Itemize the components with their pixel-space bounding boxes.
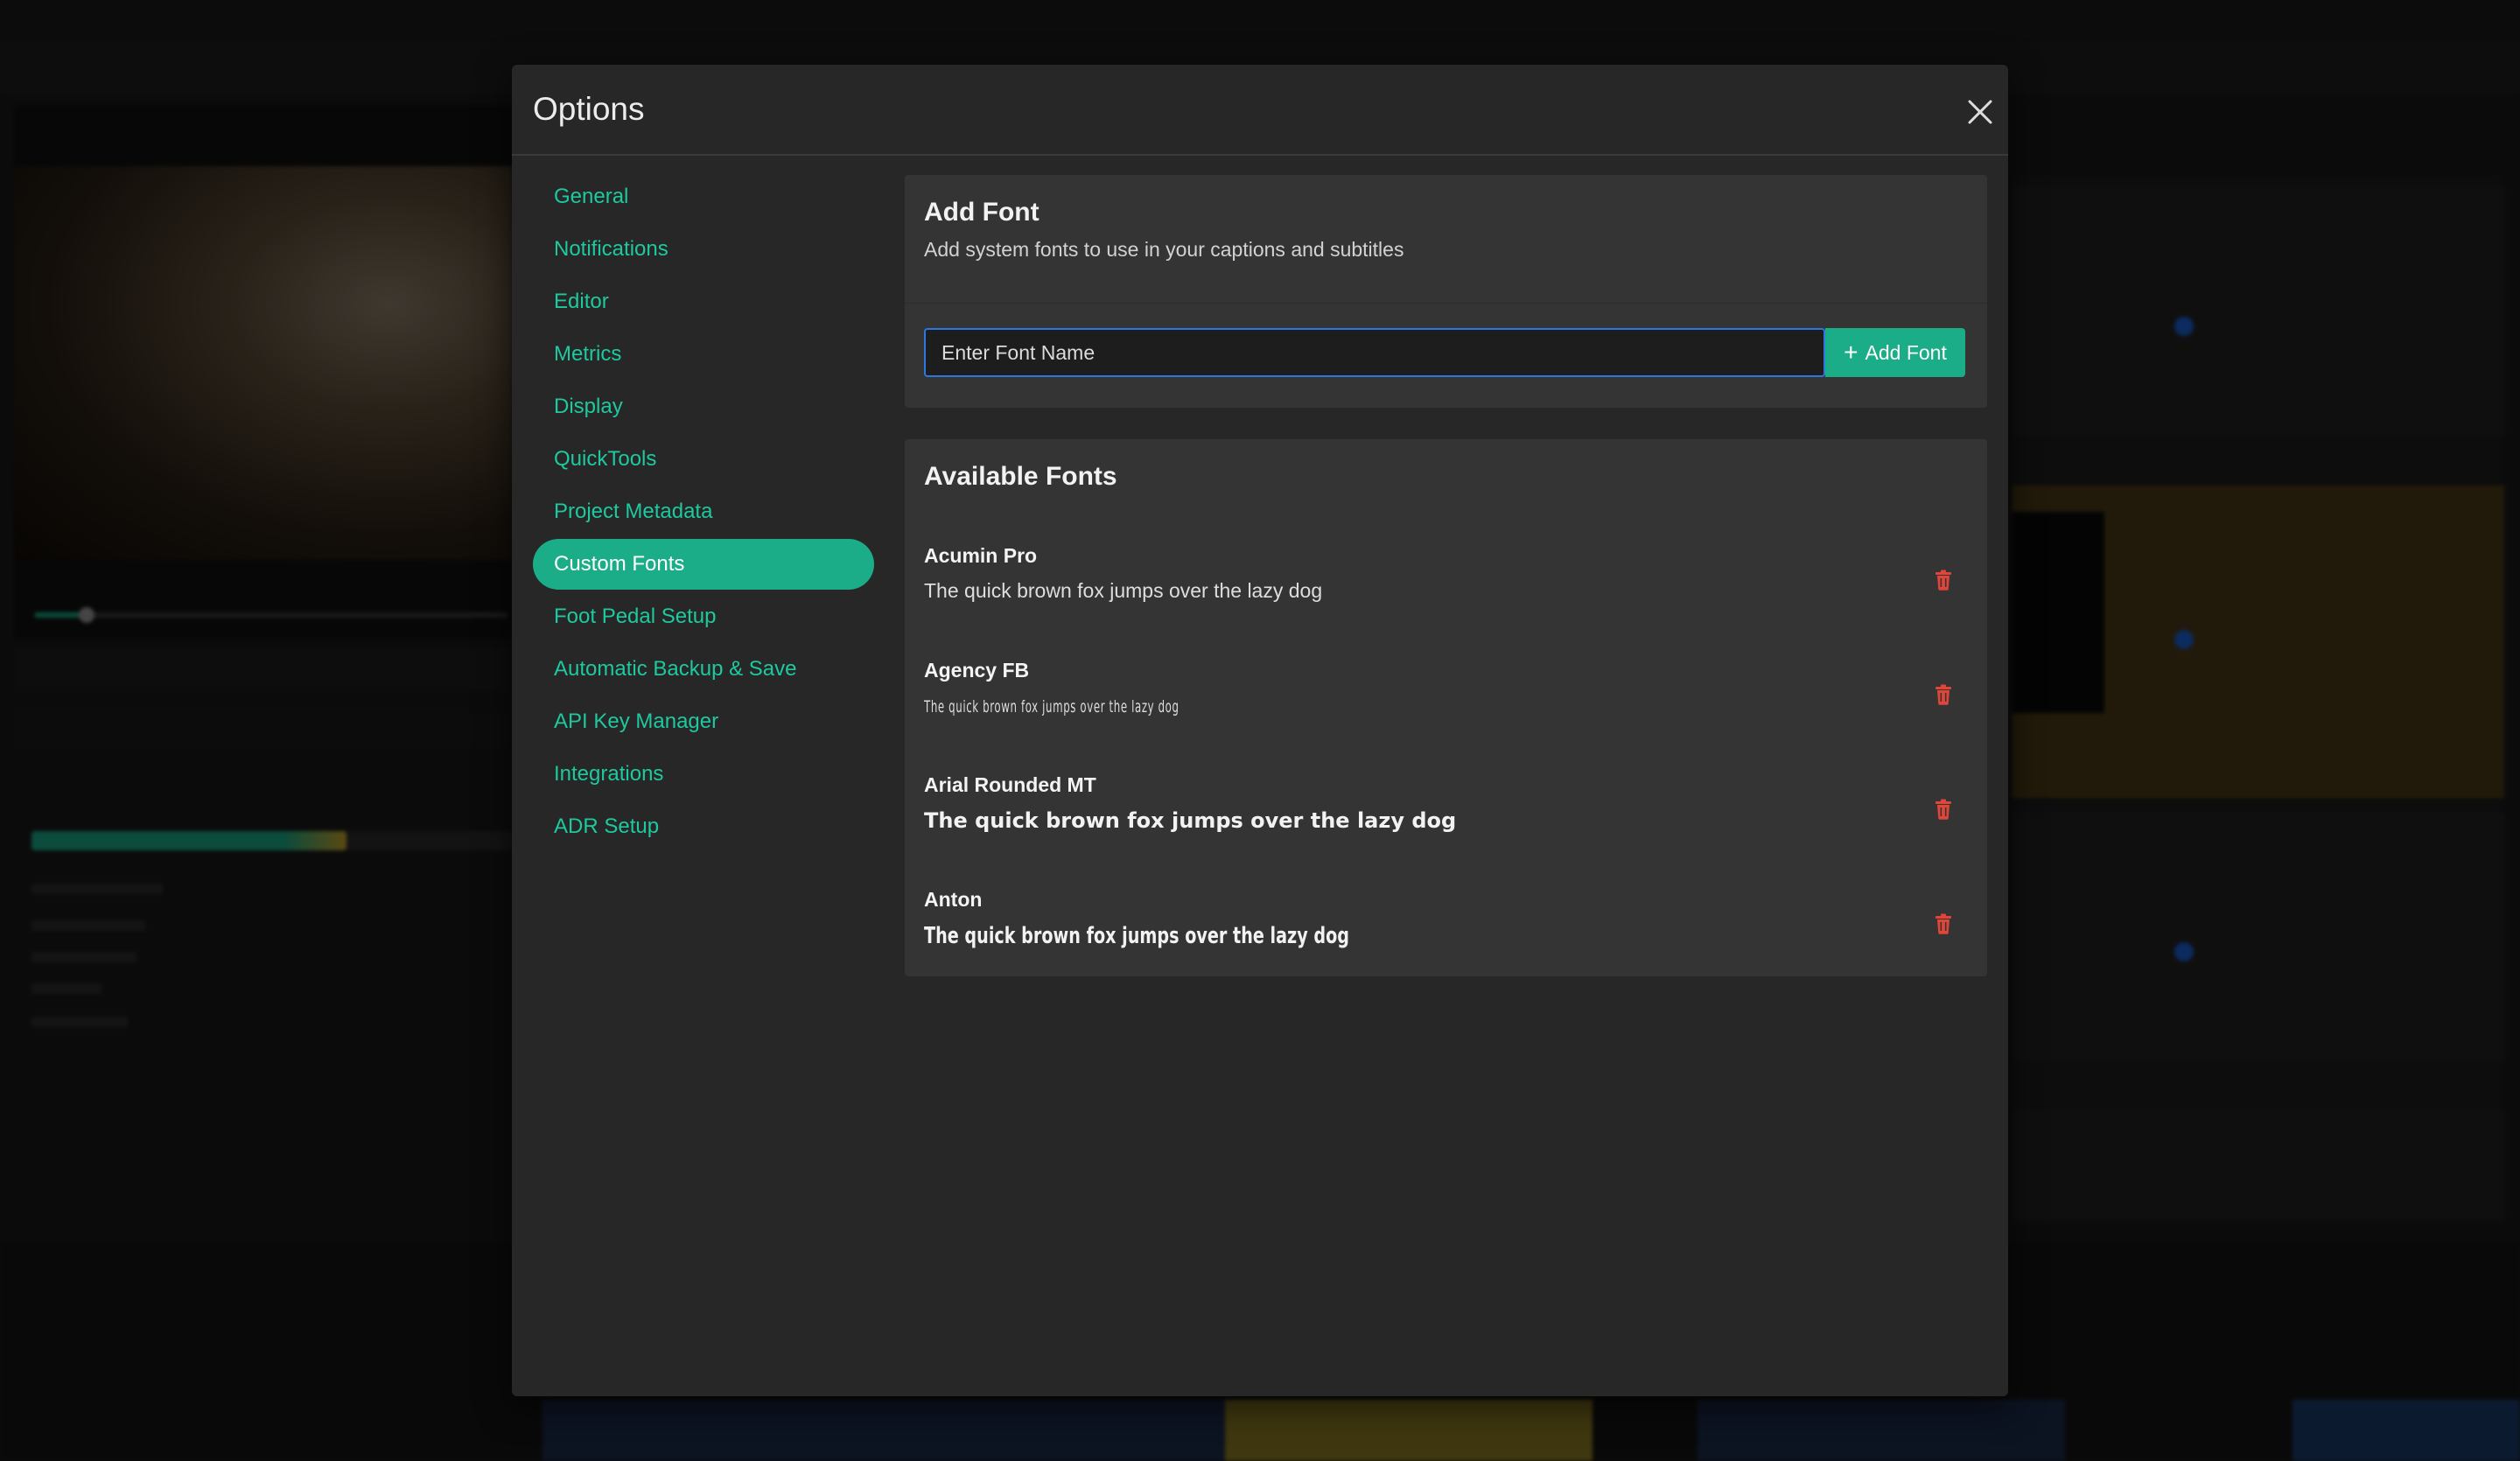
options-sidebar: General Notifications Editor Metrics Dis… bbox=[533, 171, 874, 854]
sidebar-item-label: Integrations bbox=[554, 762, 664, 786]
options-dialog: Options General Notifications Editor Met… bbox=[512, 65, 2008, 1396]
font-sample: The quick brown fox jumps over the lazy … bbox=[924, 579, 1323, 602]
sidebar-item-notifications[interactable]: Notifications bbox=[533, 224, 874, 275]
sidebar-item-label: Editor bbox=[554, 290, 609, 313]
font-list: Acumin Pro The quick brown fox jumps ove… bbox=[905, 535, 1987, 994]
sidebar-item-integrations[interactable]: Integrations bbox=[533, 749, 874, 800]
close-button[interactable] bbox=[1961, 93, 1999, 131]
sidebar-item-label: Foot Pedal Setup bbox=[554, 605, 717, 628]
delete-font-button[interactable] bbox=[1930, 909, 1956, 939]
sidebar-item-foot-pedal-setup[interactable]: Foot Pedal Setup bbox=[533, 591, 874, 642]
font-name: Agency FB bbox=[924, 659, 1030, 682]
sidebar-item-api-key-manager[interactable]: API Key Manager bbox=[533, 696, 874, 747]
sidebar-item-quicktools[interactable]: QuickTools bbox=[533, 434, 874, 485]
trash-icon bbox=[1936, 799, 1951, 820]
sidebar-item-project-metadata[interactable]: Project Metadata bbox=[533, 486, 874, 537]
font-name-input[interactable] bbox=[924, 328, 1825, 377]
add-font-subtitle: Add system fonts to use in your captions… bbox=[924, 238, 1404, 261]
sidebar-item-label: API Key Manager bbox=[554, 710, 719, 733]
dialog-title: Options bbox=[533, 91, 645, 127]
sidebar-item-label: ADR Setup bbox=[554, 814, 660, 838]
font-name: Anton bbox=[924, 888, 983, 911]
delete-font-button[interactable] bbox=[1930, 794, 1956, 824]
custom-fonts-content: Add Font Add system fonts to use in your… bbox=[905, 175, 1987, 976]
add-font-card: Add Font Add system fonts to use in your… bbox=[905, 175, 1987, 408]
sidebar-item-automatic-backup[interactable]: Automatic Backup & Save bbox=[533, 644, 874, 695]
sidebar-item-label: Metrics bbox=[554, 342, 622, 366]
sidebar-item-custom-fonts[interactable]: Custom Fonts bbox=[533, 539, 874, 590]
close-icon bbox=[1968, 100, 1992, 124]
delete-font-button[interactable] bbox=[1930, 565, 1956, 595]
delete-font-button[interactable] bbox=[1930, 680, 1956, 710]
add-font-card-header: Add Font Add system fonts to use in your… bbox=[905, 175, 1987, 304]
font-list-item: Anton The quick brown fox jumps over the… bbox=[905, 879, 1987, 994]
dialog-header: Options bbox=[512, 65, 2008, 156]
sidebar-item-label: Notifications bbox=[554, 237, 668, 261]
available-fonts-title: Available Fonts bbox=[924, 462, 1117, 491]
sidebar-item-label: Project Metadata bbox=[554, 500, 713, 523]
font-list-item: Agency FB The quick brown fox jumps over… bbox=[905, 650, 1987, 765]
add-font-button-label: Add Font bbox=[1865, 340, 1947, 364]
plus-icon: + bbox=[1844, 339, 1858, 366]
trash-icon bbox=[1936, 684, 1951, 705]
sidebar-item-metrics[interactable]: Metrics bbox=[533, 329, 874, 380]
font-sample: The quick brown fox jumps over the lazy … bbox=[924, 697, 1180, 717]
sidebar-item-label: Display bbox=[554, 395, 623, 418]
trash-icon bbox=[1936, 913, 1951, 934]
sidebar-item-label: General bbox=[554, 185, 629, 208]
sidebar-item-editor[interactable]: Editor bbox=[533, 276, 874, 327]
font-name: Arial Rounded MT bbox=[924, 773, 1096, 796]
add-font-title: Add Font bbox=[924, 198, 1040, 227]
trash-icon bbox=[1936, 570, 1951, 591]
sidebar-item-display[interactable]: Display bbox=[533, 381, 874, 432]
sidebar-item-label: QuickTools bbox=[554, 447, 657, 471]
font-name: Acumin Pro bbox=[924, 544, 1038, 567]
font-sample: The quick brown fox jumps over the lazy … bbox=[924, 923, 1350, 949]
sidebar-item-label: Automatic Backup & Save bbox=[554, 657, 797, 681]
sidebar-item-label: Custom Fonts bbox=[554, 552, 685, 576]
sidebar-item-adr-setup[interactable]: ADR Setup bbox=[533, 801, 874, 852]
sidebar-item-general[interactable]: General bbox=[533, 171, 874, 222]
font-sample: The quick brown fox jumps over the lazy … bbox=[924, 808, 1457, 833]
available-fonts-card: Available Fonts Acumin Pro The quick bro… bbox=[905, 439, 1987, 976]
font-list-item: Arial Rounded MT The quick brown fox jum… bbox=[905, 765, 1987, 879]
add-font-button[interactable]: + Add Font bbox=[1825, 328, 1965, 377]
font-list-item: Acumin Pro The quick brown fox jumps ove… bbox=[905, 535, 1987, 650]
